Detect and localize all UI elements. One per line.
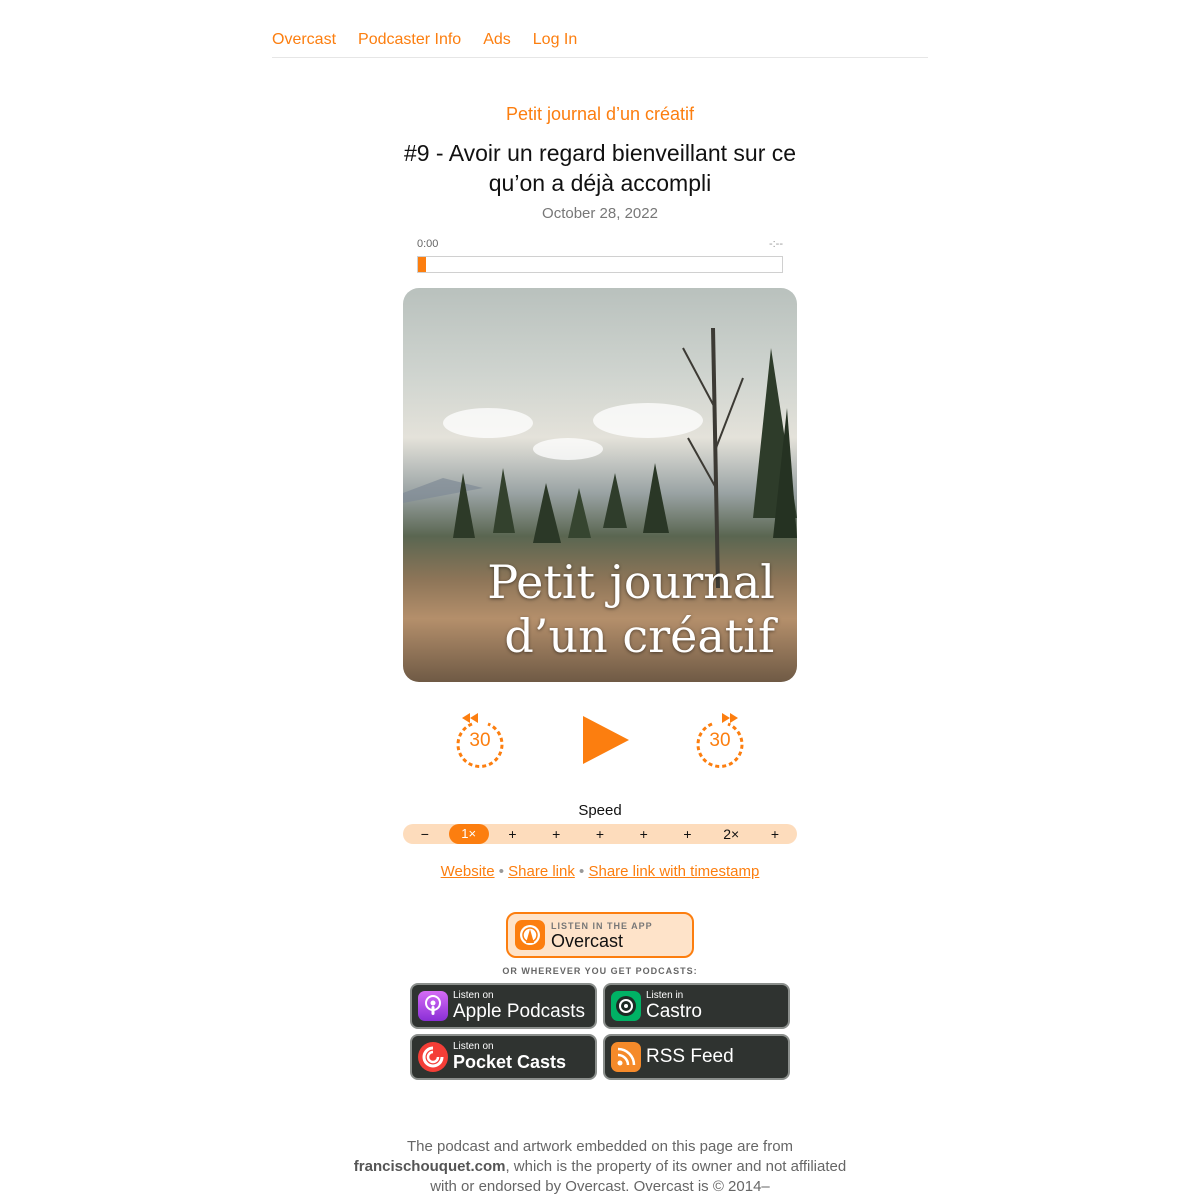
speed-option[interactable]: +: [536, 824, 576, 844]
skip-back-label: 30: [469, 730, 491, 751]
castro-badge-main: Castro: [646, 1001, 702, 1022]
rss-feed-button[interactable]: RSS Feed: [603, 1034, 790, 1080]
castro-icon: [611, 991, 641, 1021]
rss-icon: [611, 1042, 641, 1072]
pocket-badge-sub: Listen on: [453, 1041, 494, 1052]
play-button[interactable]: [575, 710, 635, 770]
pocket-casts-button[interactable]: Listen on Pocket Casts: [410, 1034, 597, 1080]
website-link[interactable]: Website: [441, 863, 495, 880]
skip-back-30-button[interactable]: 30: [450, 710, 510, 770]
listen-in-overcast-button[interactable]: LISTEN IN THE APP Overcast: [506, 912, 694, 958]
time-elapsed: 0:00: [417, 238, 439, 250]
castro-badge-sub: Listen in: [646, 990, 684, 1001]
overcast-badge-sub: LISTEN IN THE APP: [551, 921, 653, 931]
episode-title: #9 - Avoir un regard bienveillant sur ce…: [403, 140, 797, 196]
time-remaining: -:--: [768, 238, 783, 250]
speed-control: −1× + + + + +2× +: [403, 824, 797, 844]
castro-button[interactable]: Listen in Castro: [603, 983, 790, 1029]
skip-forward-30-button[interactable]: 30: [690, 710, 750, 770]
apple-badge-main: Apple Podcasts: [453, 1001, 586, 1022]
podcast-title-link[interactable]: Petit journal d’un créatif: [0, 104, 1200, 125]
apple-badge-sub: Listen on: [453, 990, 494, 1001]
episode-links: Website • Share link • Share link with t…: [0, 863, 1200, 880]
apple-podcasts-button[interactable]: Listen on Apple Podcasts: [410, 983, 597, 1029]
footer-disclaimer: The podcast and artwork embedded on this…: [340, 1137, 860, 1197]
link-separator: •: [579, 863, 585, 880]
progress-slider[interactable]: [417, 256, 783, 273]
nav-ads-link[interactable]: Ads: [483, 28, 511, 57]
episode-date: October 28, 2022: [542, 205, 658, 222]
pocket-casts-icon: [418, 1042, 448, 1072]
skip-forward-label: 30: [709, 730, 731, 751]
speed-option[interactable]: +: [624, 824, 664, 844]
playback-controls: 30 30: [0, 708, 1200, 772]
artwork-text-line1: Petit journal: [487, 555, 775, 609]
speed-option[interactable]: +: [492, 824, 532, 844]
speed-option-active[interactable]: 1×: [448, 824, 489, 844]
speed-option[interactable]: 2×: [711, 824, 751, 844]
link-separator: •: [498, 863, 504, 880]
nav-podcaster-info-link[interactable]: Podcaster Info: [358, 28, 461, 57]
top-nav: Overcast Podcaster Info Ads Log In: [272, 28, 928, 58]
speed-option[interactable]: +: [580, 824, 620, 844]
speed-option[interactable]: −: [405, 824, 445, 844]
share-link[interactable]: Share link: [508, 863, 575, 880]
play-icon: [583, 716, 629, 764]
nav-login-link[interactable]: Log In: [533, 28, 577, 57]
speed-option[interactable]: +: [667, 824, 707, 844]
pocket-badge-main: Pocket Casts: [453, 1052, 567, 1072]
footer-line1: The podcast and artwork embedded on this…: [406, 1138, 794, 1155]
audio-progress: 0:00 -:--: [417, 238, 783, 276]
rss-badge-main: RSS Feed: [646, 1046, 734, 1067]
progress-fill: [418, 257, 426, 272]
apple-podcasts-icon: [418, 991, 448, 1021]
speed-option[interactable]: +: [755, 824, 795, 844]
share-link-timestamp[interactable]: Share link with timestamp: [588, 863, 759, 880]
podcast-artwork: Petit journal d’un créatif: [403, 288, 797, 682]
or-wherever-text: OR WHEREVER YOU GET PODCASTS:: [502, 966, 698, 976]
artwork-text-line2: d’un créatif: [504, 609, 775, 663]
overcast-badge-main: Overcast: [551, 931, 624, 951]
nav-overcast-link[interactable]: Overcast: [272, 28, 336, 57]
speed-label: Speed: [578, 802, 622, 819]
footer-domain: francischouquet.com: [353, 1158, 506, 1175]
overcast-icon: [515, 920, 545, 950]
